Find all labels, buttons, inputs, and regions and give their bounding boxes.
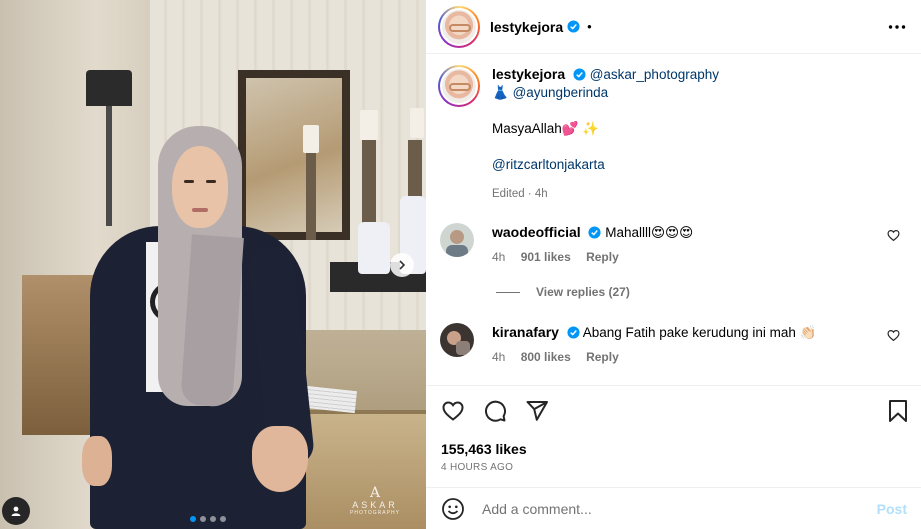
header-separator: • [587, 19, 592, 34]
like-button[interactable] [440, 398, 466, 424]
hand [252, 426, 308, 492]
mention-link[interactable]: @askar_photography [590, 67, 719, 82]
watermark-mark: A [369, 485, 381, 501]
bookmark-icon [889, 400, 907, 422]
carousel-dot [200, 516, 206, 522]
verified-badge-icon [588, 226, 601, 239]
comment-like-heart-icon[interactable] [887, 329, 900, 342]
add-comment-bar: Post [426, 487, 921, 529]
smiley-icon [442, 497, 464, 520]
watermark-subtitle: PHOTOGRAPHY [350, 510, 400, 516]
author-username[interactable]: lestykejora [490, 19, 563, 35]
photo-candle [360, 110, 378, 140]
caption-edited-time: Edited · 4h [492, 188, 548, 200]
comment-body: kiranafary Abang Fatih pake kerudung ini… [492, 323, 910, 366]
comment-bubble-icon [485, 400, 507, 422]
comment-like-heart-icon[interactable] [887, 229, 900, 242]
caption-body: lestykejora @askar_photography 👗 @ayungb… [492, 65, 719, 203]
post-time[interactable]: 4 HOURS AGO [441, 462, 513, 473]
photo-vase [358, 222, 390, 274]
author-avatar[interactable] [438, 5, 480, 48]
watermark-title: ASKAR [352, 500, 398, 510]
chevron-right-icon [399, 260, 406, 270]
commenter-avatar[interactable] [440, 223, 474, 257]
likes-count[interactable]: 155,463 likes [441, 441, 527, 457]
comment-time: 4h [492, 250, 506, 264]
caption-text: MasyaAllah💕 ✨ [492, 121, 600, 136]
carousel-dot [220, 516, 226, 522]
dress-emoji: 👗 [492, 85, 509, 100]
verified-badge-icon [567, 326, 580, 339]
reply-button[interactable]: Reply [586, 350, 619, 364]
photo-watermark: A ASKAR PHOTOGRAPHY [345, 486, 405, 516]
mention-link[interactable]: @ayungberinda [513, 85, 609, 100]
post-actions: 155,463 likes 4 HOURS AGO [426, 385, 921, 485]
comment-text: Mahallll😍😍😍 [605, 225, 694, 240]
photo-person [82, 126, 322, 529]
save-button[interactable] [885, 398, 911, 424]
action-icons [440, 398, 550, 424]
comment-body: waodeofficial Mahallll😍😍😍 4h 901 likes R… [492, 223, 910, 266]
post-details-panel: lestykejora • lestykejora @askar_photogr… [426, 0, 921, 529]
mention-link[interactable]: @ritzcarltonjakarta [492, 156, 719, 174]
comments-section[interactable]: lestykejora @askar_photography 👗 @ayungb… [426, 55, 921, 385]
send-icon [526, 401, 548, 421]
carousel-dots [190, 516, 226, 522]
comment-input[interactable] [482, 500, 877, 517]
comment-meta: 4h 800 likes Reply [492, 348, 910, 366]
verified-badge-icon [567, 20, 580, 33]
view-replies-button[interactable]: View replies (27) [496, 285, 630, 299]
reply-button[interactable]: Reply [586, 250, 619, 264]
hand [82, 436, 112, 486]
post-header: lestykejora • [426, 0, 921, 54]
heart-icon [442, 401, 464, 421]
more-horizontal-icon [888, 24, 906, 29]
comment-button[interactable] [482, 398, 508, 424]
view-replies-line [496, 291, 520, 293]
comment-meta: 4h 901 likes Reply [492, 248, 910, 266]
face [172, 146, 228, 228]
caption: lestykejora @askar_photography 👗 @ayungb… [438, 65, 898, 203]
commenter-username[interactable]: waodeofficial [492, 224, 581, 240]
comment-text: Abang Fatih pake kerudung ini mah 👏🏻 [582, 325, 817, 340]
comment-item: kiranafary Abang Fatih pake kerudung ini… [440, 323, 910, 366]
user-tags-button[interactable] [2, 497, 30, 525]
user-tag-icon [11, 506, 21, 516]
commenter-username[interactable]: kiranafary [492, 324, 559, 340]
share-button[interactable] [524, 398, 550, 424]
carousel-dot [210, 516, 216, 522]
carousel-next-button[interactable] [390, 253, 414, 277]
comment-item: waodeofficial Mahallll😍😍😍 4h 901 likes R… [440, 223, 910, 266]
comment-time: 4h [492, 350, 506, 364]
verified-badge-icon [573, 68, 586, 81]
post-photo[interactable]: A ASKAR PHOTOGRAPHY [0, 0, 426, 529]
commenter-avatar[interactable] [440, 323, 474, 357]
caption-author-avatar[interactable] [438, 65, 480, 107]
photo-candle [410, 108, 424, 138]
post-comment-button[interactable]: Post [877, 501, 907, 517]
view-replies-label: View replies (27) [536, 285, 630, 299]
more-options-button[interactable] [887, 17, 907, 37]
carousel-dot [190, 516, 196, 522]
comment-likes[interactable]: 901 likes [521, 250, 571, 264]
photo-lamp [86, 70, 132, 106]
caption-username[interactable]: lestykejora [492, 66, 565, 82]
comment-likes[interactable]: 800 likes [521, 350, 571, 364]
emoji-button[interactable] [440, 496, 466, 522]
